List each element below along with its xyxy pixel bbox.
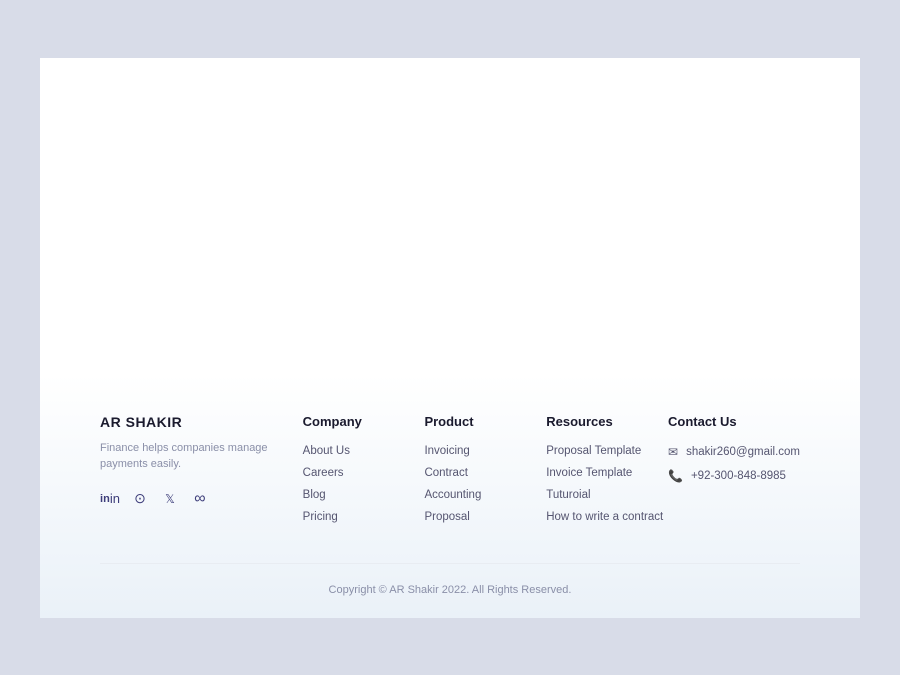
contact-phone: +92-300-848-8985 (691, 470, 786, 482)
messenger-icon[interactable]: ⊙ (130, 489, 150, 509)
tuturoial-link[interactable]: Tuturoial (546, 489, 668, 501)
resources-col: Resources Proposal Template Invoice Temp… (546, 414, 668, 533)
footer-brand-col: AR SHAKIR Finance helps companies manage… (100, 414, 303, 533)
twitter-icon[interactable]: 𝕏 (160, 489, 180, 509)
footer-columns: AR SHAKIR Finance helps companies manage… (100, 414, 800, 563)
pricing-link[interactable]: Pricing (303, 511, 425, 523)
invoice-template-link[interactable]: Invoice Template (546, 467, 668, 479)
product-title: Product (424, 414, 546, 429)
company-col: Company About Us Careers Blog Pricing (303, 414, 425, 533)
product-col: Product Invoicing Contract Accounting Pr… (424, 414, 546, 533)
email-icon: ✉ (668, 445, 678, 459)
main-content (40, 58, 860, 374)
contact-email-item: ✉ shakir260@gmail.com (668, 445, 800, 459)
blog-link[interactable]: Blog (303, 489, 425, 501)
company-title: Company (303, 414, 425, 429)
resources-title: Resources (546, 414, 668, 429)
how-to-write-link[interactable]: How to write a contract (546, 511, 668, 523)
proposal-link[interactable]: Proposal (424, 511, 546, 523)
contact-col: Contact Us ✉ shakir260@gmail.com 📞 +92-3… (668, 414, 800, 533)
about-us-link[interactable]: About Us (303, 445, 425, 457)
brand-name: AR SHAKIR (100, 414, 283, 430)
contact-email: shakir260@gmail.com (686, 446, 800, 458)
invoicing-link[interactable]: Invoicing (424, 445, 546, 457)
phone-icon: 📞 (668, 469, 683, 483)
social-icons-group: in ⊙ 𝕏 ∞ (100, 489, 283, 509)
accounting-link[interactable]: Accounting (424, 489, 546, 501)
contact-title: Contact Us (668, 414, 800, 429)
careers-link[interactable]: Careers (303, 467, 425, 479)
contact-phone-item: 📞 +92-300-848-8985 (668, 469, 800, 483)
infinite-icon[interactable]: ∞ (190, 489, 210, 509)
footer-bottom: Copyright © AR Shakir 2022. All Rights R… (100, 563, 800, 598)
proposal-template-link[interactable]: Proposal Template (546, 445, 668, 457)
contract-link[interactable]: Contract (424, 467, 546, 479)
linkedin-icon[interactable]: in (100, 489, 120, 509)
page-container: AR SHAKIR Finance helps companies manage… (40, 58, 860, 618)
copyright-text: Copyright © AR Shakir 2022. All Rights R… (329, 584, 572, 596)
footer: AR SHAKIR Finance helps companies manage… (40, 374, 860, 618)
brand-description: Finance helps companies manage payments … (100, 440, 283, 473)
